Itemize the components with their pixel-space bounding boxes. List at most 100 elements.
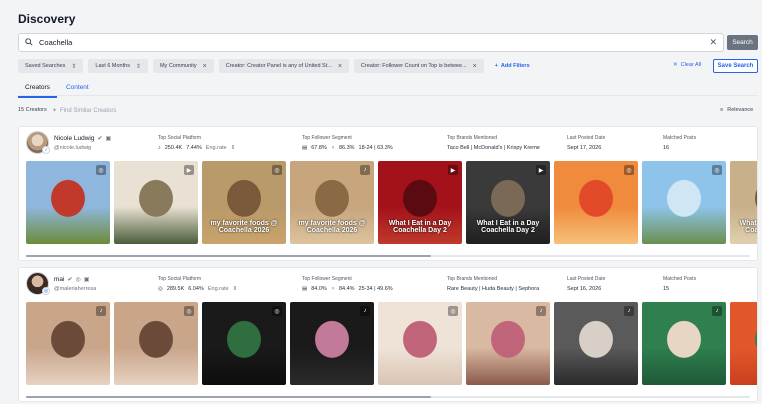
search-button[interactable]: Search bbox=[727, 35, 758, 50]
content-thumbnail[interactable]: ▶ What I Eat in a Day Coachella Day 2 bbox=[378, 161, 462, 244]
matched-posts-value: 15 bbox=[663, 286, 670, 292]
tiktok-icon: ♪ bbox=[536, 306, 546, 316]
search-input[interactable]: Coachella bbox=[39, 38, 709, 47]
content-thumbnail[interactable]: ◎What I Eat in a Day: Coachella Day 2 bbox=[730, 161, 757, 244]
engagement-rate: 6.04% bbox=[188, 286, 204, 292]
sort-icon: ≡ bbox=[720, 107, 724, 113]
tab-divider bbox=[18, 95, 758, 96]
creator-handle: @nicole.ludwig bbox=[54, 145, 92, 151]
creator-name[interactable]: mai bbox=[54, 276, 64, 283]
last-post-value: Sept 17, 2026 bbox=[567, 145, 602, 151]
clear-all-button[interactable]: ✕ Clear All bbox=[673, 62, 701, 68]
content-thumbnail[interactable]: ♪ bbox=[290, 302, 374, 385]
column-label: Matched Posts bbox=[663, 135, 697, 141]
remove-filter-icon[interactable]: × bbox=[473, 63, 477, 70]
last-posted-date: Last Posted Date Sept 17, 2026 bbox=[567, 135, 605, 151]
content-thumbnail[interactable]: ♪ bbox=[466, 302, 550, 385]
horizontal-scrollbar[interactable] bbox=[26, 255, 750, 257]
search-icon bbox=[25, 37, 33, 48]
sort-label: Relevance bbox=[727, 107, 754, 113]
filter-label: Creator: Creator Panel is any of United … bbox=[225, 63, 332, 69]
sort-relevance-button[interactable]: ≡ Relevance bbox=[720, 107, 753, 113]
avatar[interactable]: ♪ bbox=[26, 131, 50, 154]
avatar[interactable]: ◎ bbox=[26, 272, 50, 295]
female-icon: ♀ bbox=[330, 286, 335, 292]
us-flag-icon: ▤ bbox=[302, 145, 308, 151]
content-thumbnail[interactable]: ◎ bbox=[378, 302, 462, 385]
filter-my-community[interactable]: My Community × bbox=[152, 59, 214, 73]
filter-follower-count[interactable]: Creator: Follower Count on Top is betwee… bbox=[353, 59, 484, 73]
content-thumbnail[interactable]: ◎ bbox=[202, 302, 286, 385]
search-bar[interactable]: Coachella ✕ bbox=[18, 33, 724, 52]
instagram-icon: ◎ bbox=[184, 306, 194, 316]
matched-posts: Matched Posts 15 bbox=[663, 276, 696, 292]
instagram-icon: ◎ bbox=[272, 306, 282, 316]
instagram-icon: ◎ bbox=[624, 165, 634, 175]
tiktok-icon: ♪ bbox=[96, 306, 106, 316]
creator-handle: @maleriaherresa bbox=[54, 286, 97, 292]
thumbnail-caption: my favorite foods @ Coachella 2026 bbox=[298, 220, 366, 234]
engagement-label: Eng.rate bbox=[207, 286, 229, 292]
column-label: Top Follower Segment bbox=[302, 276, 352, 282]
verified-icon: ✔ bbox=[97, 136, 103, 142]
content-thumbnail[interactable]: ◎ bbox=[114, 302, 198, 385]
content-thumbnail[interactable]: ◎ bbox=[642, 161, 726, 244]
follower-count: 289.5K bbox=[166, 286, 185, 292]
horizontal-scrollbar[interactable] bbox=[26, 396, 750, 398]
engagement-rate: 7.44% bbox=[186, 145, 202, 151]
remove-filter-icon[interactable]: × bbox=[203, 63, 207, 70]
column-label: Last Posted Date bbox=[567, 276, 606, 282]
brands-list: Taco Bell | McDonald's | Krispy Kreme bbox=[447, 145, 540, 151]
top-brands-mentioned: Top Brands Mentioned Taco Bell | McDonal… bbox=[447, 135, 540, 151]
plus-icon: + bbox=[494, 63, 498, 69]
filter-bar: Saved Searches ⇕ Last 6 Months ⇕ My Commun… bbox=[18, 59, 530, 73]
content-thumbnail[interactable]: ♪ bbox=[642, 302, 726, 385]
content-thumbnail[interactable]: ♪ bbox=[26, 302, 110, 385]
female-icon: ♀ bbox=[330, 145, 335, 151]
engagement-label: Eng.rate bbox=[205, 145, 227, 151]
instagram-badge-icon: ◎ bbox=[42, 287, 50, 295]
scrollbar-thumb[interactable] bbox=[26, 396, 432, 398]
column-label: Top Brands Mentioned bbox=[447, 135, 498, 141]
content-thumbnail[interactable]: ♪ my favorite foods @ Coachella 2026 bbox=[290, 161, 374, 244]
content-thumbnail[interactable]: ◎ bbox=[554, 161, 638, 244]
filter-label: Creator: Follower Count on Top is betwee… bbox=[360, 63, 467, 69]
thumbnail-caption: What I Eat in a Day Coachella Day 2 bbox=[476, 220, 540, 234]
add-filters-label: Add Filters bbox=[500, 63, 530, 69]
content-thumbnail[interactable]: ♪ bbox=[554, 302, 638, 385]
top-brands-mentioned: Top Brands Mentioned Rare Beauty | Huda … bbox=[447, 276, 539, 292]
youtube-icon: ▶ bbox=[184, 165, 194, 175]
clear-search-icon[interactable]: ✕ bbox=[709, 37, 717, 48]
tiktok-icon: ♪ bbox=[624, 306, 634, 316]
filter-date-range[interactable]: Last 6 Months ⇕ bbox=[88, 59, 148, 73]
segment-gender: 86.3% bbox=[338, 145, 355, 151]
last-posted-date: Last Posted Date Sept 16, 2026 bbox=[567, 276, 605, 292]
close-icon: ✕ bbox=[673, 62, 678, 68]
content-thumbnail[interactable]: ▶ bbox=[114, 161, 198, 244]
scrollbar-thumb[interactable] bbox=[26, 255, 432, 257]
content-thumbnail[interactable]: ◎ bbox=[26, 161, 110, 244]
column-label: Matched Posts bbox=[663, 276, 697, 282]
top-social-platform: Top Social Platform ◎ 289.5K 6.04% Eng.rate… bbox=[158, 276, 237, 292]
filter-creator-panel[interactable]: Creator: Creator Panel is any of United … bbox=[218, 59, 349, 73]
save-search-button[interactable]: Save Search bbox=[713, 59, 758, 73]
remove-filter-icon[interactable]: × bbox=[338, 63, 342, 70]
clear-all-label: Clear All bbox=[680, 62, 702, 68]
filter-saved-searches[interactable]: Saved Searches ⇕ bbox=[18, 59, 84, 73]
chevron-updown-icon[interactable]: ⇕ bbox=[231, 145, 236, 151]
content-thumbnail[interactable]: ◎ my favorite foods @ Coachella 2026 bbox=[202, 161, 286, 244]
filter-label: Saved Searches bbox=[25, 63, 66, 69]
add-filters-button[interactable]: + Add Filters bbox=[489, 59, 530, 73]
column-label: Top Social Platform bbox=[158, 276, 202, 282]
creator-card[interactable]: ♪ Nicole Ludwig ✔ ▣ @nicole.ludwig Top S… bbox=[18, 126, 758, 261]
instagram-icon: ◎ bbox=[96, 165, 106, 175]
content-thumbnail[interactable]: ▶ What I Eat in a Day Coachella Day 2 bbox=[466, 161, 550, 244]
creator-card[interactable]: ◎ mai ✔ ◎ ▣ @maleriaherresa Top Social P… bbox=[18, 267, 758, 402]
chevron-updown-icon[interactable]: ⇕ bbox=[233, 286, 238, 292]
find-similar-button[interactable]: ✦ Find Similar Creators bbox=[52, 107, 116, 115]
content-thumbnail[interactable]: ◎ bbox=[730, 302, 757, 385]
content-thumbnails: ♪ ◎ ◎ ♪ ◎ ♪ ♪ ♪ ◎ bbox=[26, 302, 757, 385]
results-count: 15 Creators bbox=[18, 107, 47, 113]
tiktok-badge-icon: ♪ bbox=[42, 146, 50, 154]
creator-name[interactable]: Nicole Ludwig bbox=[54, 135, 94, 142]
